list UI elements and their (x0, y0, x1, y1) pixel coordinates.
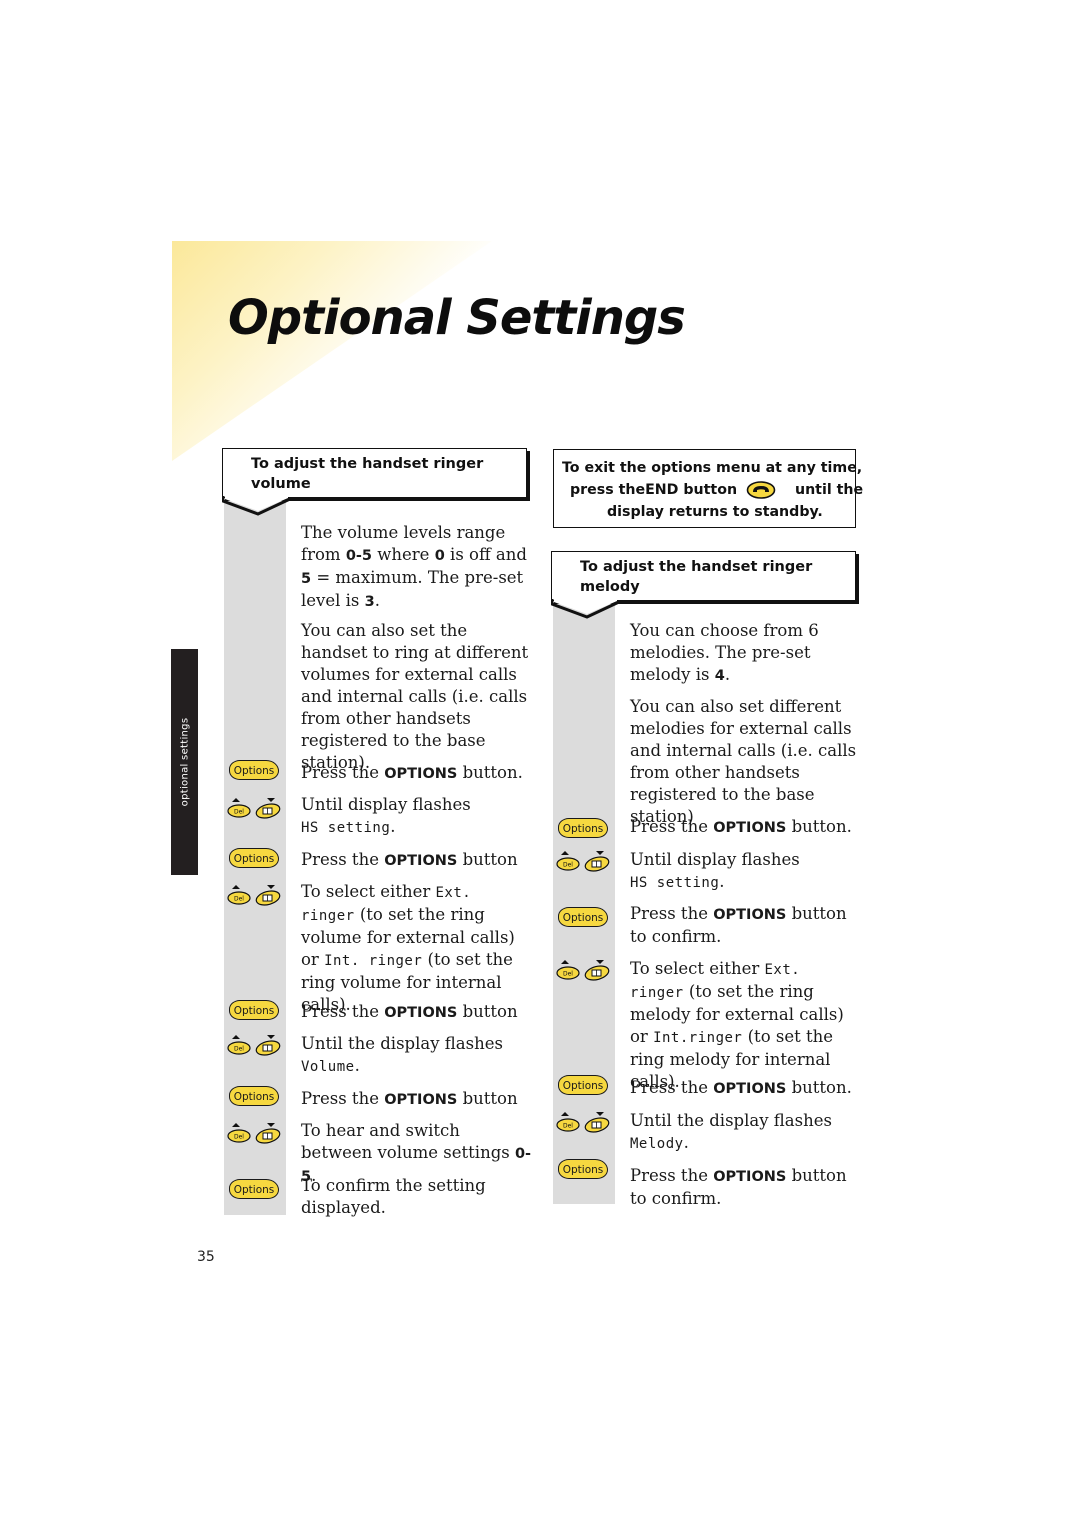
svg-text:Del: Del (563, 1123, 573, 1130)
page-number: 35 (197, 1249, 215, 1265)
volume-step-3: Press the OPTIONS button (301, 850, 518, 869)
options-button-icon: Options (229, 848, 279, 868)
volume-step-7: Press the OPTIONS button (301, 1089, 518, 1108)
options-button-icon: Options (558, 907, 608, 927)
svg-text:Del: Del (563, 971, 573, 978)
volume-step-9: To confirm the setting displayed. (301, 1176, 486, 1217)
volume-step-2: Until display flashes HS setting. (301, 795, 471, 836)
melody-step-6: Until the display flashes Melody. (630, 1111, 832, 1152)
del-nav-buttons-icon: Del (227, 885, 281, 906)
melody-step-4: To select either Ext. ringer (to set the… (630, 959, 844, 1091)
volume-step-6: Until the display flashes Volume. (301, 1034, 503, 1075)
melody-heading: To adjust the handset ringer melody (580, 559, 813, 595)
melody-step-1: Press the OPTIONS button. (630, 817, 852, 836)
melody-step-7: Press the OPTIONS button to confirm. (630, 1166, 847, 1208)
options-button-icon: Options (229, 1086, 279, 1106)
exit-note-box: To exit the options menu at any time, pr… (553, 449, 863, 528)
options-button-icon: Options (229, 1000, 279, 1020)
options-button-icon: Options (558, 1159, 608, 1179)
melody-intro-2: You can also set different melodies for … (630, 697, 857, 826)
exit-note-line-2: press theEND button until the (570, 481, 864, 499)
exit-note-line-3: display returns to standby. (607, 504, 823, 520)
melody-step-3: Press the OPTIONS button to confirm. (630, 904, 847, 946)
svg-text:Del: Del (234, 896, 244, 903)
volume-heading-box: To adjust the handset ringer volume (222, 448, 527, 498)
svg-text:Del: Del (234, 1134, 244, 1141)
melody-heading-pointer (551, 598, 620, 619)
melody-step-5: Press the OPTIONS button. (630, 1078, 852, 1097)
del-nav-buttons-icon: Del (556, 1112, 610, 1133)
volume-intro-1: The volume levels range from 0-5 where 0… (301, 523, 527, 610)
options-button-icon: Options (229, 1179, 279, 1199)
melody-heading-box: To adjust the handset ringer melody (551, 551, 856, 601)
del-nav-buttons-icon: Del (227, 1035, 281, 1056)
header-gradient (172, 241, 492, 461)
exit-note-line-1: To exit the options menu at any time, (562, 460, 863, 476)
svg-text:Del: Del (234, 1046, 244, 1053)
section-side-tab: optional settings (171, 649, 198, 875)
melody-intro-1: You can choose from 6 melodies. The pre-… (630, 621, 819, 684)
volume-heading-pointer (222, 495, 291, 516)
options-button-icon: Options (558, 1075, 608, 1095)
side-tab-label: optional settings (179, 717, 190, 807)
svg-text:Del: Del (563, 862, 573, 869)
options-button-icon: Options (558, 818, 608, 838)
volume-intro-2: You can also set the handset to ring at … (301, 621, 529, 772)
volume-step-5: Press the OPTIONS button (301, 1002, 518, 1021)
melody-step-2: Until display flashes HS setting. (630, 850, 800, 891)
del-nav-buttons-icon: Del (227, 798, 281, 819)
del-nav-buttons-icon: Del (227, 1123, 281, 1144)
volume-step-4: To select either Ext. ringer (to set the… (301, 882, 515, 1014)
del-nav-buttons-icon: Del (556, 960, 610, 981)
options-button-icon: Options (229, 760, 279, 780)
svg-text:Del: Del (234, 809, 244, 816)
del-nav-buttons-icon: Del (556, 851, 610, 872)
end-call-icon (746, 481, 776, 499)
volume-heading: To adjust the handset ringer volume (251, 456, 484, 492)
lcd-text: HS setting (301, 820, 391, 836)
page-title: Optional Settings (228, 290, 686, 346)
volume-step-1: Press the OPTIONS button. (301, 763, 523, 782)
